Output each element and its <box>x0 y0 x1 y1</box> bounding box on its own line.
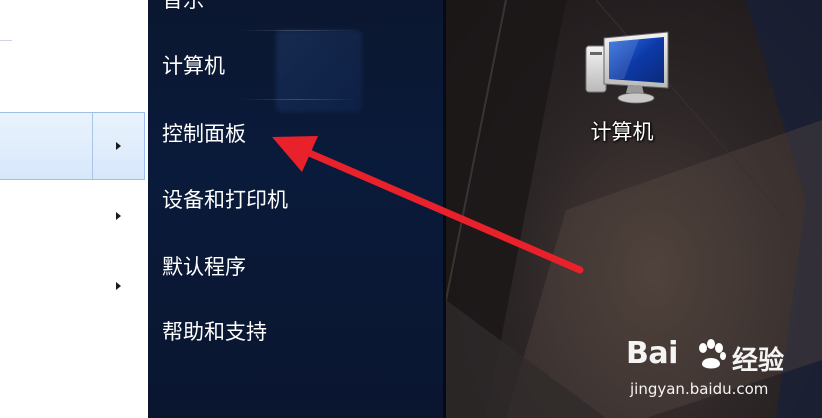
menu-item-computer[interactable]: 计算机 <box>162 53 225 79</box>
watermark-url: jingyan.baidu.com <box>630 380 769 398</box>
menu-item-control-panel[interactable]: 控制面板 <box>162 121 246 147</box>
programs-pane <box>0 0 149 418</box>
baidu-jingyan-watermark: Bai 经验 jingyan.baidu.com <box>626 336 822 416</box>
menu-item-help-support[interactable]: 帮助和支持 <box>162 319 267 345</box>
split-divider <box>92 113 93 179</box>
program-item[interactable] <box>0 252 145 320</box>
menu-separator <box>238 99 358 100</box>
submenu-arrow-icon[interactable] <box>116 282 121 290</box>
watermark-product: 经验 <box>732 346 785 376</box>
menu-item-devices-printers[interactable]: 设备和打印机 <box>162 187 288 213</box>
desktop-computer-icon[interactable]: 计算机 <box>574 28 674 148</box>
baidu-paw-icon <box>699 339 726 369</box>
desktop-icon-label: 计算机 <box>590 120 654 144</box>
program-item-highlighted[interactable] <box>0 112 145 180</box>
submenu-arrow-icon[interactable] <box>116 212 121 220</box>
computer-monitor-icon <box>585 31 669 104</box>
menu-item-music[interactable]: 音乐 <box>162 0 204 13</box>
programs-separator <box>0 40 12 41</box>
start-menu-right-column: 音乐 计算机 控制面板 设备和打印机 默认程序 帮助和支持 <box>148 0 446 418</box>
program-item[interactable] <box>0 184 145 252</box>
menu-item-default-programs[interactable]: 默认程序 <box>162 254 246 280</box>
desktop-background: 计算机 Bai 经验 jingyan.baidu.com <box>446 0 822 418</box>
watermark-brand: Bai <box>626 336 678 371</box>
menu-separator <box>238 30 358 31</box>
submenu-arrow-icon[interactable] <box>116 142 121 150</box>
